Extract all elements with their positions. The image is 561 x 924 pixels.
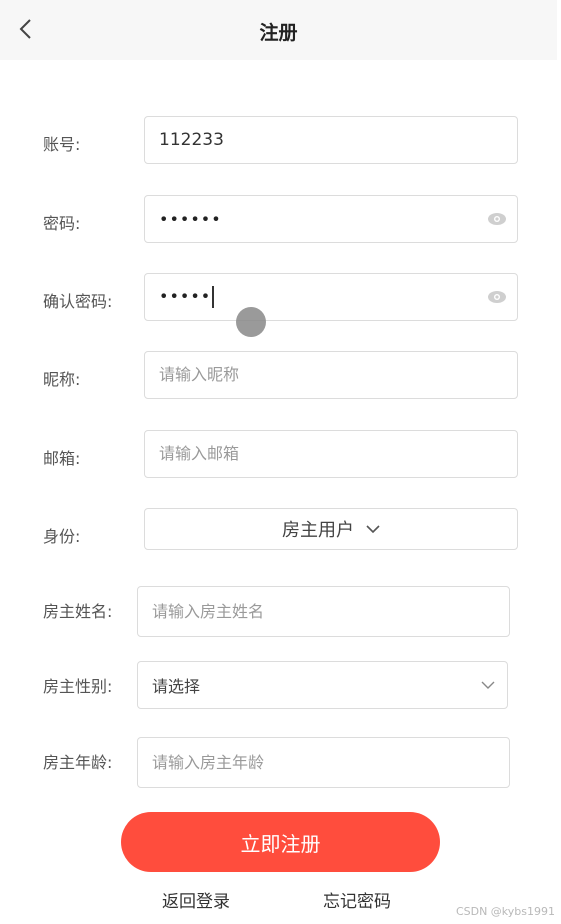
- owner-name-input[interactable]: [138, 587, 509, 636]
- nickname-label: 昵称:: [43, 370, 81, 389]
- eye-icon[interactable]: [487, 290, 507, 304]
- page-title: 注册: [259, 22, 298, 44]
- owner-gender-select[interactable]: 请选择: [137, 661, 508, 709]
- nickname-field[interactable]: [144, 351, 518, 399]
- confirm-password-field[interactable]: •••••: [144, 273, 518, 321]
- touch-cursor-indicator: [236, 307, 266, 337]
- owner-gender-selected-value: 请选择: [152, 677, 201, 696]
- owner-age-label: 房主年龄:: [43, 753, 113, 772]
- chevron-down-icon: [481, 681, 495, 689]
- password-field[interactable]: ••••••: [144, 195, 518, 243]
- confirm-password-label: 确认密码:: [43, 292, 113, 311]
- identity-selected-value: 房主用户: [282, 520, 354, 541]
- account-field[interactable]: [144, 116, 518, 164]
- email-field[interactable]: [144, 430, 518, 478]
- email-input[interactable]: [145, 431, 517, 477]
- text-caret: [212, 286, 214, 308]
- back-to-login-link[interactable]: 返回登录: [162, 887, 230, 912]
- owner-age-input[interactable]: [138, 738, 509, 787]
- eye-icon[interactable]: [487, 212, 507, 226]
- password-masked-value: ••••••: [159, 209, 222, 229]
- top-bar: 注册: [0, 0, 557, 60]
- owner-name-field[interactable]: [137, 586, 510, 637]
- confirm-password-masked-value: •••••: [159, 286, 214, 308]
- password-label: 密码:: [43, 214, 81, 233]
- owner-name-label: 房主姓名:: [43, 602, 113, 621]
- chevron-down-icon: [366, 525, 380, 534]
- forgot-password-link[interactable]: 忘记密码: [323, 887, 391, 912]
- account-input[interactable]: [145, 117, 517, 163]
- account-label: 账号:: [43, 135, 81, 154]
- owner-gender-label: 房主性别:: [43, 677, 113, 696]
- email-label: 邮箱:: [43, 449, 81, 468]
- identity-label: 身份:: [43, 527, 81, 546]
- owner-age-field[interactable]: [137, 737, 510, 788]
- identity-select[interactable]: 房主用户: [144, 508, 518, 550]
- nickname-input[interactable]: [145, 352, 517, 398]
- watermark: CSDN @kybs1991: [455, 905, 555, 918]
- register-button[interactable]: 立即注册: [121, 812, 440, 872]
